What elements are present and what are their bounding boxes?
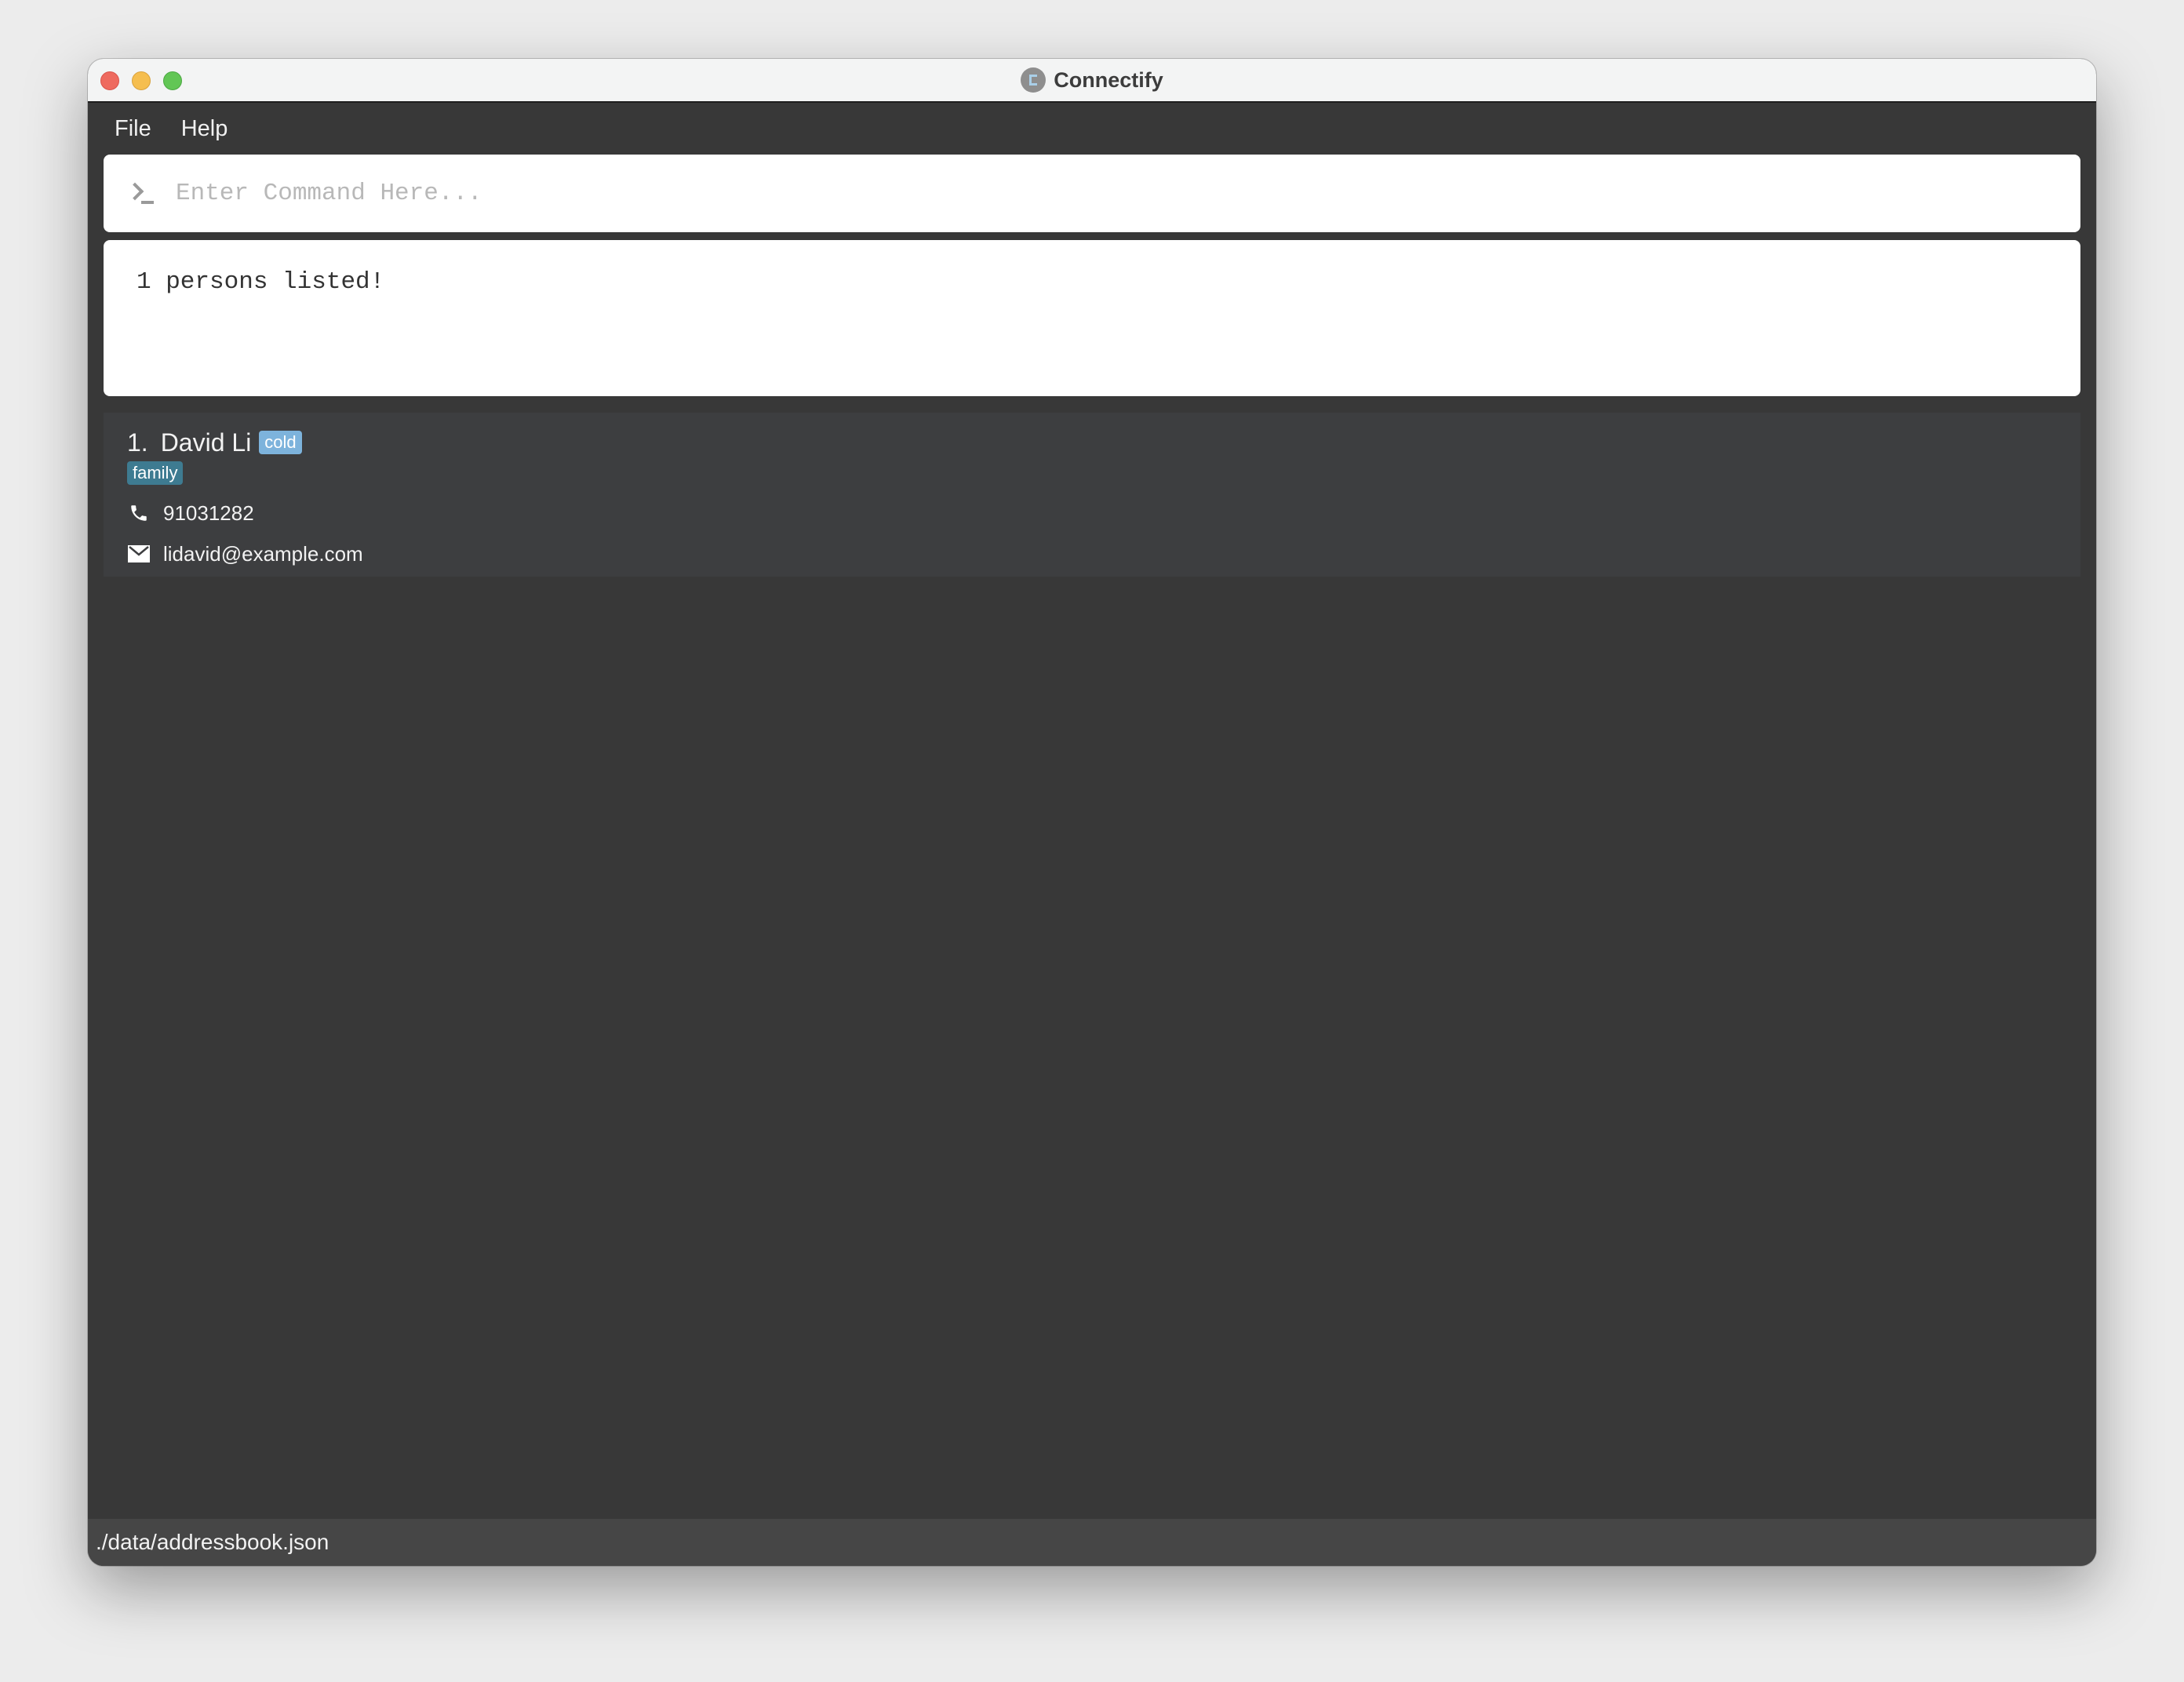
app-window: Connectify File Help 1 persons listed! 1…	[88, 59, 2096, 1566]
menu-help[interactable]: Help	[181, 116, 228, 142]
result-message: 1 persons listed!	[136, 268, 385, 296]
menu-file[interactable]: File	[115, 116, 151, 142]
menu-bar: File Help	[88, 103, 2096, 155]
person-email-row: lidavid@example.com	[127, 538, 2057, 570]
data-file-path: ./data/addressbook.json	[96, 1530, 329, 1554]
window-title: Connectify	[1054, 67, 1163, 92]
window-title-group: Connectify	[88, 59, 2096, 101]
tag-cold: cold	[259, 431, 302, 454]
person-index: 1.	[127, 428, 148, 457]
command-input[interactable]	[174, 169, 2080, 218]
person-email: lidavid@example.com	[163, 541, 363, 566]
person-tags: family	[127, 461, 2057, 488]
result-display: 1 persons listed!	[104, 240, 2080, 396]
status-bar: ./data/addressbook.json	[88, 1519, 2096, 1566]
email-icon	[127, 542, 151, 566]
person-phone: 91031282	[163, 501, 254, 525]
person-name-row: 1. David Li cold	[127, 425, 2057, 460]
person-phone-row: 91031282	[127, 497, 2057, 529]
terminal-prompt-icon	[126, 182, 155, 206]
tag-family: family	[127, 461, 184, 485]
phone-icon	[127, 501, 151, 525]
title-bar: Connectify	[88, 59, 2096, 103]
person-card[interactable]: 1. David Li cold family 91031282 lidavid…	[104, 413, 2080, 577]
person-name: David Li	[160, 428, 252, 457]
person-list[interactable]: 1. David Li cold family 91031282 lidavid…	[104, 413, 2080, 1519]
connectify-logo-icon	[1021, 67, 1046, 93]
command-box	[104, 155, 2080, 232]
